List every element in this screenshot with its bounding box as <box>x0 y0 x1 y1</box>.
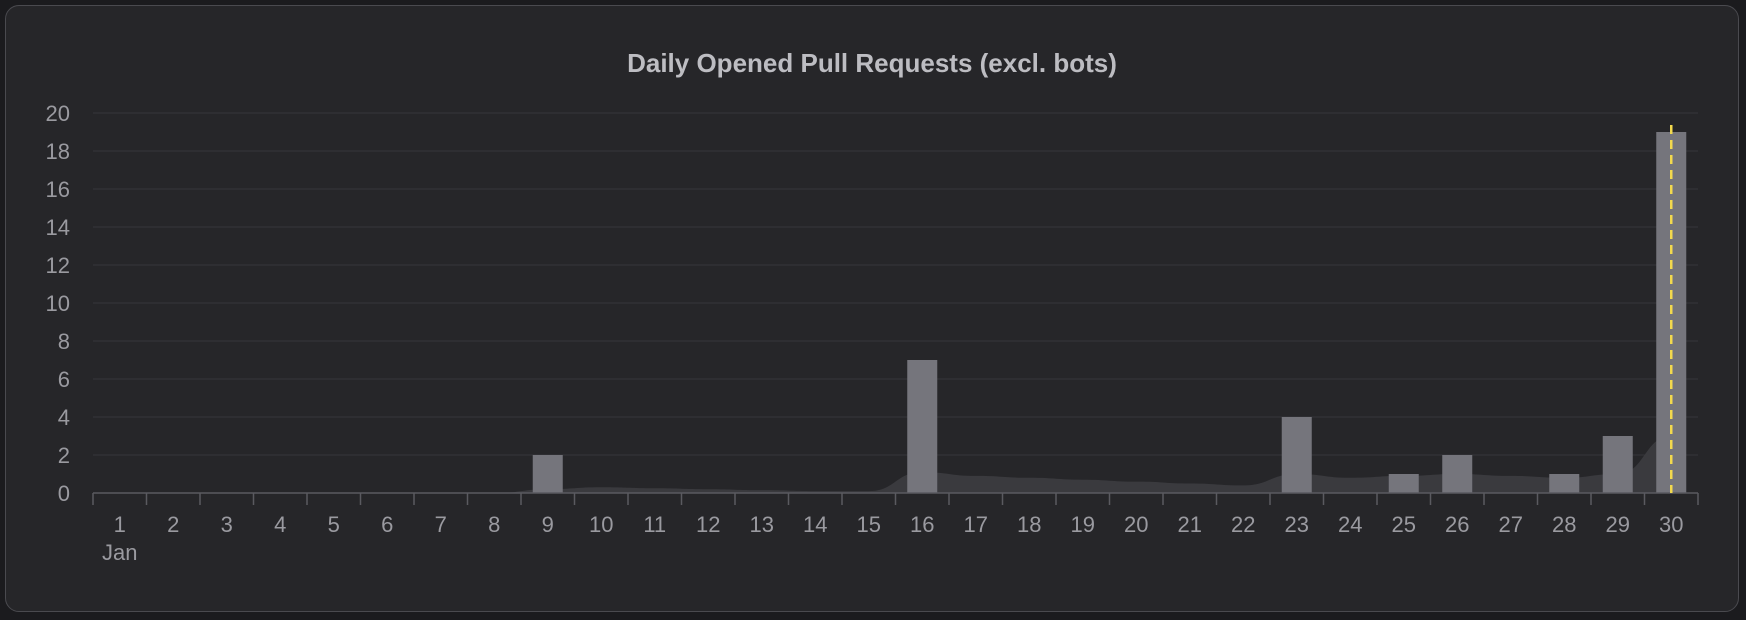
x-tick-label-20: 20 <box>1124 512 1148 537</box>
x-tick-label-16: 16 <box>910 512 934 537</box>
y-tick-label-12: 12 <box>46 253 70 278</box>
pull-requests-chart: 024681012141618201 2 3 4 5 6 7 8 9 10 11 12 13 14 15 16… <box>46 101 1699 565</box>
y-tick-label-14: 14 <box>46 215 70 240</box>
y-tick-label-6: 6 <box>58 367 70 392</box>
x-tick-label-30: 30 <box>1659 512 1683 537</box>
bar-25 <box>1388 474 1419 493</box>
x-tick-label-22: 22 <box>1231 512 1255 537</box>
x-tick-label-7: 7 <box>435 512 447 537</box>
x-tick-label-1: 1 <box>114 512 126 537</box>
x-tick-label-2: 2 <box>167 512 179 537</box>
x-tick-label-6: 6 <box>381 512 393 537</box>
x-tick-label-11: 11 <box>643 512 666 537</box>
x-tick-label-12: 12 <box>696 512 720 537</box>
x-tick-label-23: 23 <box>1285 512 1309 537</box>
y-tick-label-8: 8 <box>58 329 70 354</box>
x-tick-label-5: 5 <box>328 512 340 537</box>
x-tick-label-25: 25 <box>1392 512 1416 537</box>
smoothed-area <box>93 436 1672 493</box>
x-tick-label-26: 26 <box>1445 512 1469 537</box>
x-tick-label-24: 24 <box>1338 512 1362 537</box>
x-tick-label-14: 14 <box>803 512 827 537</box>
y-tick-label-20: 20 <box>46 101 70 126</box>
x-tick-label-9: 9 <box>542 512 554 537</box>
x-tick-label-27: 27 <box>1499 512 1523 537</box>
x-tick-label-17: 17 <box>964 512 988 537</box>
y-tick-label-10: 10 <box>46 291 70 316</box>
x-tick-label-10: 10 <box>589 512 613 537</box>
x-month-label: Jan <box>102 540 137 565</box>
y-tick-label-18: 18 <box>46 139 70 164</box>
bar-9 <box>532 455 563 493</box>
bar-16 <box>907 360 938 493</box>
y-tick-label-16: 16 <box>46 177 70 202</box>
y-tick-label-0: 0 <box>58 481 70 506</box>
x-tick-label-18: 18 <box>1017 512 1041 537</box>
bar-26 <box>1442 455 1473 493</box>
bar-23 <box>1281 417 1312 493</box>
x-tick-label-29: 29 <box>1606 512 1630 537</box>
x-tick-label-21: 21 <box>1178 512 1202 537</box>
x-tick-label-4: 4 <box>274 512 286 537</box>
y-tick-label-4: 4 <box>58 405 70 430</box>
x-tick-label-13: 13 <box>750 512 774 537</box>
bar-29 <box>1602 436 1633 493</box>
x-tick-label-19: 19 <box>1071 512 1095 537</box>
x-tick-label-3: 3 <box>221 512 233 537</box>
x-tick-label-8: 8 <box>488 512 500 537</box>
y-tick-label-2: 2 <box>58 443 70 468</box>
x-tick-label-28: 28 <box>1552 512 1576 537</box>
bar-28 <box>1549 474 1580 493</box>
x-tick-label-15: 15 <box>857 512 881 537</box>
